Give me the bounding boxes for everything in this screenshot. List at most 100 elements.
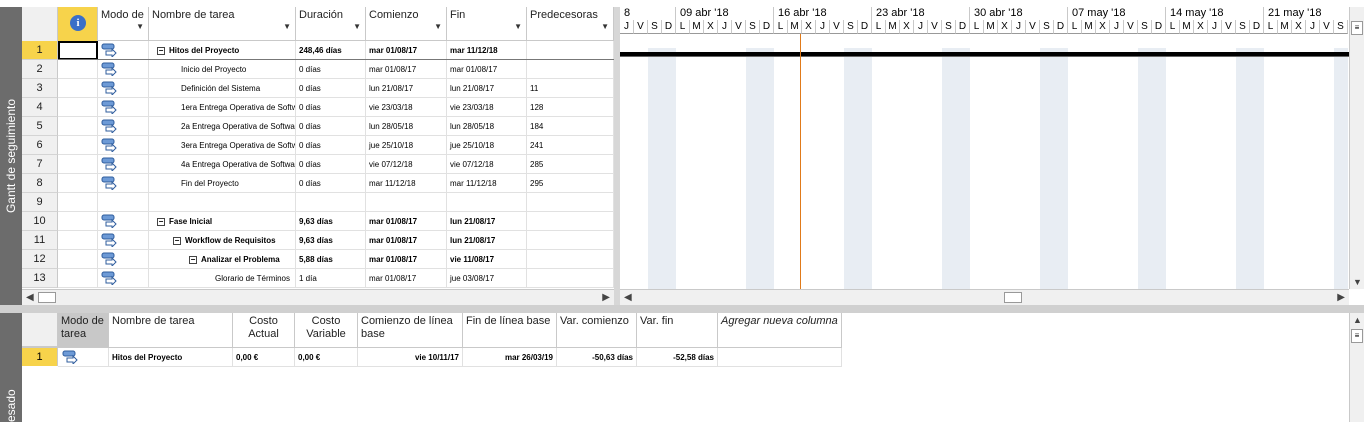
indicator-cell[interactable] [58, 79, 98, 98]
select-all-corner[interactable] [22, 313, 58, 347]
row-number[interactable]: 5 [22, 117, 58, 136]
duration-cell[interactable]: 1 día [296, 269, 366, 288]
start-cell[interactable]: mar 01/08/17 [366, 212, 447, 231]
end-cell[interactable]: jue 25/10/18 [447, 136, 527, 155]
end-cell[interactable]: vie 23/03/18 [447, 98, 527, 117]
start-cell[interactable]: lun 21/08/17 [366, 79, 447, 98]
scroll-right-icon[interactable]: ▶ [602, 292, 610, 303]
task-mode-cell[interactable] [98, 155, 149, 174]
collapse-icon[interactable]: − [189, 255, 197, 264]
base-start-cell[interactable]: vie 10/11/17 [358, 348, 463, 367]
task-mode-cell[interactable] [98, 212, 149, 231]
bottom-name-header[interactable]: Nombre de tarea [109, 313, 233, 347]
base-end-header[interactable]: Fin de línea base [463, 313, 557, 347]
duration-cell[interactable]: 9,63 días [296, 212, 366, 231]
task-mode-cell[interactable] [98, 136, 149, 155]
indicator-cell[interactable] [58, 269, 98, 288]
chevron-down-icon[interactable]: ▼ [353, 20, 361, 33]
indicator-cell[interactable] [58, 117, 98, 136]
duration-cell[interactable]: 0 días [296, 60, 366, 79]
select-all-corner[interactable] [22, 7, 58, 41]
task-name-cell[interactable]: 1era Entrega Operativa de Softwa [149, 98, 296, 117]
bottom-mode-header[interactable]: Modo de tarea [58, 313, 109, 347]
var-end-cell[interactable]: -52,58 días [637, 348, 718, 367]
grid-horizontal-scrollbar[interactable]: ◀ ▶ [22, 289, 614, 305]
task-name-cell[interactable] [149, 193, 296, 212]
task-name-cell[interactable]: − Workflow de Requisitos [149, 231, 296, 250]
add-column-cell[interactable] [718, 348, 842, 367]
row-number[interactable]: 6 [22, 136, 58, 155]
predecessors-cell[interactable] [527, 269, 614, 288]
duration-cell[interactable]: 0 días [296, 117, 366, 136]
predecessors-cell[interactable]: 241 [527, 136, 614, 155]
task-mode-cell[interactable] [98, 117, 149, 136]
start-cell[interactable]: mar 01/08/17 [366, 41, 447, 60]
task-mode-cell[interactable] [98, 174, 149, 193]
predecessors-cell[interactable]: 11 [527, 79, 614, 98]
predecessors-cell[interactable] [527, 250, 614, 269]
scroll-left-icon[interactable]: ◀ [624, 292, 632, 303]
chevron-down-icon[interactable]: ▼ [514, 20, 522, 33]
row-number[interactable]: 10 [22, 212, 58, 231]
pred-column-header[interactable]: Predecesoras ▼ [527, 7, 614, 41]
add-column-header[interactable]: Agregar nueva columna [718, 313, 842, 347]
indicator-cell[interactable] [58, 212, 98, 231]
cost-actual-cell[interactable]: 0,00 € [233, 348, 295, 367]
row-number[interactable]: 9 [22, 193, 58, 212]
duration-cell[interactable] [296, 193, 366, 212]
duration-cell[interactable]: 0 días [296, 155, 366, 174]
row-number[interactable]: 2 [22, 60, 58, 79]
end-cell[interactable]: jue 03/08/17 [447, 269, 527, 288]
scroll-thumb[interactable] [38, 292, 56, 303]
indicator-cell[interactable] [58, 193, 98, 212]
indicator-cell[interactable] [58, 231, 98, 250]
var-start-cell[interactable]: -50,63 días [557, 348, 637, 367]
predecessors-cell[interactable] [527, 212, 614, 231]
start-cell[interactable]: vie 07/12/18 [366, 155, 447, 174]
end-cell[interactable]: lun 21/08/17 [447, 212, 527, 231]
task-name-cell[interactable]: Inicio del Proyecto [149, 60, 296, 79]
end-cell[interactable]: lun 21/08/17 [447, 231, 527, 250]
predecessors-cell[interactable] [527, 231, 614, 250]
mode-column-header[interactable]: Modo de ▼ [98, 7, 149, 41]
start-cell[interactable]: mar 01/08/17 [366, 231, 447, 250]
row-number[interactable]: 12 [22, 250, 58, 269]
start-cell[interactable]: jue 25/10/18 [366, 136, 447, 155]
task-name-cell[interactable]: Glorario de Términos [149, 269, 296, 288]
scroll-thumb[interactable]: ≡ [1351, 329, 1363, 343]
task-name-cell[interactable]: Definición del Sistema [149, 79, 296, 98]
task-name-cell[interactable]: Fin del Proyecto [149, 174, 296, 193]
indicator-cell[interactable] [58, 155, 98, 174]
start-cell[interactable]: lun 28/05/18 [366, 117, 447, 136]
predecessors-cell[interactable]: 295 [527, 174, 614, 193]
cost-var-header[interactable]: Costo Variable [295, 313, 358, 347]
cost-var-cell[interactable]: 0,00 € [295, 348, 358, 367]
indicator-cell[interactable] [58, 250, 98, 269]
end-cell[interactable]: vie 11/08/17 [447, 250, 527, 269]
end-cell[interactable]: lun 28/05/18 [447, 117, 527, 136]
start-column-header[interactable]: Comienzo ▼ [366, 7, 447, 41]
scroll-left-icon[interactable]: ◀ [26, 292, 34, 303]
end-cell[interactable]: vie 07/12/18 [447, 155, 527, 174]
base-start-header[interactable]: Comienzo de línea base [358, 313, 463, 347]
cost-actual-header[interactable]: Costo Actual [233, 313, 295, 347]
predecessors-cell[interactable] [527, 60, 614, 79]
end-cell[interactable] [447, 193, 527, 212]
indicator-cell[interactable] [58, 136, 98, 155]
task-mode-cell[interactable] [98, 193, 149, 212]
collapse-icon[interactable]: − [157, 217, 165, 226]
base-end-cell[interactable]: mar 26/03/19 [463, 348, 557, 367]
collapse-icon[interactable]: − [173, 236, 181, 245]
var-start-header[interactable]: Var. comienzo [557, 313, 637, 347]
pane-splitter[interactable] [0, 305, 1364, 313]
task-name-cell[interactable]: − Analizar el Problema [149, 250, 296, 269]
duration-cell[interactable]: 0 días [296, 79, 366, 98]
duration-cell[interactable]: 0 días [296, 136, 366, 155]
task-mode-cell[interactable] [98, 60, 149, 79]
task-mode-cell[interactable] [98, 41, 149, 60]
summary-bar[interactable] [620, 52, 1349, 57]
task-name-cell[interactable]: 4a Entrega Operativa de Softwa [149, 155, 296, 174]
task-name-cell[interactable]: Hitos del Proyecto [109, 348, 233, 367]
var-end-header[interactable]: Var. fin [637, 313, 718, 347]
start-cell[interactable]: vie 23/03/18 [366, 98, 447, 117]
